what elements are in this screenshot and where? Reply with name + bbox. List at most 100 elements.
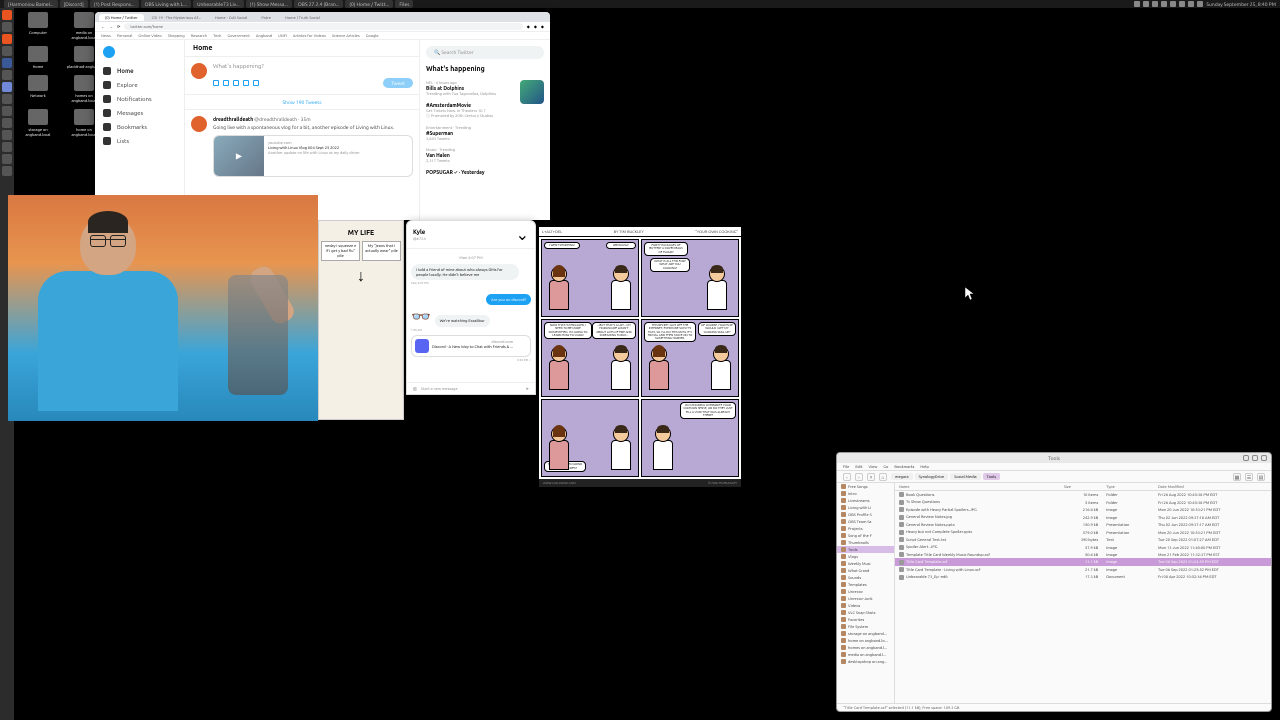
- extension-icon[interactable]: ◆: [541, 24, 544, 29]
- nav-reload-icon[interactable]: ⟳: [117, 24, 120, 29]
- nav-forward-icon[interactable]: →: [109, 24, 113, 29]
- sidebar-place[interactable]: desktopdrop on ang...: [837, 658, 894, 665]
- taskbar-tab[interactable]: (1) Post Respons...: [90, 0, 139, 8]
- nav-home[interactable]: Home: [99, 64, 180, 78]
- sidebar-place[interactable]: home on angband.lo...: [837, 637, 894, 644]
- column-header[interactable]: Size: [1060, 483, 1102, 491]
- dock-icon[interactable]: [2, 46, 12, 56]
- path-segment[interactable]: Tools: [983, 473, 1001, 480]
- sidebar-place[interactable]: Videos: [837, 602, 894, 609]
- extension-icon[interactable]: ◆: [534, 24, 537, 29]
- bookmark-item[interactable]: Google: [366, 33, 379, 38]
- menu-edit[interactable]: Edit: [855, 464, 862, 469]
- menu-help[interactable]: Help: [920, 464, 928, 469]
- schedule-icon[interactable]: [253, 80, 259, 86]
- dock-icon[interactable]: [2, 70, 12, 80]
- bookmark-item[interactable]: Online Video: [138, 33, 161, 38]
- file-list[interactable]: NameSizeTypeDate Modified Book Questions…: [895, 483, 1271, 703]
- browser-tab[interactable]: Patre: [255, 14, 277, 21]
- gif-icon[interactable]: [223, 80, 229, 86]
- column-header[interactable]: Name: [895, 483, 1060, 491]
- dm-messages[interactable]: Mon 4:07 PM I told a friend of mine abou…: [407, 249, 535, 382]
- bookmark-item[interactable]: Articles for Videos: [293, 33, 326, 38]
- sidebar-place[interactable]: Weekly Musi: [837, 560, 894, 567]
- taskbar-tab[interactable]: [Harmoniou Bamel...: [4, 0, 58, 8]
- bookmark-item[interactable]: Research: [191, 33, 207, 38]
- browser-tab[interactable]: Home - Cult Social: [209, 14, 253, 21]
- nav-notifications[interactable]: Notifications: [99, 92, 180, 106]
- browser-tab[interactable]: (0) Home / Twitter: [99, 14, 144, 21]
- taskbar-tab[interactable]: Unbearable73 Liv...: [193, 0, 244, 8]
- menu-bookmarks[interactable]: Bookmarks: [894, 464, 914, 469]
- address-bar[interactable]: twitter.com/home: [124, 23, 522, 30]
- emoji-icon[interactable]: [243, 80, 249, 86]
- system-tray[interactable]: Sunday September 25, 8:40 PM: [1134, 1, 1276, 7]
- file-row[interactable]: Title Card Template - Living with Linux.…: [895, 566, 1271, 573]
- collapse-icon[interactable]: ⌄: [516, 225, 529, 244]
- taskbar-tab[interactable]: (1) Show Messa...: [246, 0, 292, 8]
- taskbar-tab[interactable]: OBS 27.2.4 (Bran...: [294, 0, 343, 8]
- compose-input[interactable]: What's happening?: [213, 63, 413, 70]
- dock-icon[interactable]: [2, 22, 12, 32]
- dm-header[interactable]: Kyle @e724 ⌄: [407, 221, 535, 249]
- dm-link-card[interactable]: discord.comDiscord - A New Way to Chat w…: [411, 335, 531, 357]
- bookmark-item[interactable]: Angband: [256, 33, 272, 38]
- dock-icon[interactable]: [2, 94, 12, 104]
- sidebar-place[interactable]: What Grand: [837, 567, 894, 574]
- sidebar-place[interactable]: media on angband.l...: [837, 651, 894, 658]
- menu-file[interactable]: File: [843, 464, 849, 469]
- file-row[interactable]: Spoiler Alert .JPG57.9 kBImageMon 13 Jun…: [895, 543, 1271, 550]
- sidebar-place[interactable]: Song of the F: [837, 532, 894, 539]
- view-icons-button[interactable]: ▦: [1233, 473, 1241, 481]
- nav-forward-button[interactable]: ›: [855, 473, 863, 481]
- tray-icon[interactable]: [1197, 1, 1203, 7]
- menu-go[interactable]: Go: [883, 464, 888, 469]
- send-icon[interactable]: ➤: [526, 386, 529, 391]
- file-row[interactable]: Tv Show Questions5 itemsFolderFri 26 Aug…: [895, 498, 1271, 505]
- view-compact-button[interactable]: ▤: [1257, 473, 1265, 481]
- sidebar-place[interactable]: Living with Li: [837, 504, 894, 511]
- media-icon[interactable]: ▧: [413, 386, 417, 391]
- taskbar-tab[interactable]: Files: [395, 0, 413, 8]
- bookmark-item[interactable]: Personal: [117, 33, 133, 38]
- file-row[interactable]: Episode with Heavy Partial Spoilers.JPG2…: [895, 506, 1271, 513]
- trend-item[interactable]: NFL · 4 hours agoBills at DolphinsTrendi…: [426, 77, 544, 99]
- dock-icon[interactable]: [2, 130, 12, 140]
- nav-explore[interactable]: Explore: [99, 78, 180, 92]
- taskbar-tab[interactable]: [Discord]: [60, 0, 88, 8]
- tray-icon[interactable]: [1161, 1, 1167, 7]
- browser-tab[interactable]: Home | Truth Social: [279, 14, 326, 21]
- file-row[interactable]: Book Questions10 itemsFolderFri 26 Aug 2…: [895, 491, 1271, 499]
- trend-item[interactable]: Music · TrendingVan Halen2,317 Tweets: [426, 144, 544, 166]
- sidebar-place[interactable]: Thumbnails: [837, 539, 894, 546]
- tray-icon[interactable]: [1179, 1, 1185, 7]
- sidebar-place[interactable]: Templates: [837, 581, 894, 588]
- desktop-icon[interactable]: storage on angband.local: [18, 109, 58, 137]
- nav-back-icon[interactable]: ←: [101, 24, 105, 29]
- menu-view[interactable]: View: [868, 464, 877, 469]
- sidebar-place[interactable]: Intro: [837, 490, 894, 497]
- view-list-button[interactable]: ☰: [1245, 473, 1253, 481]
- dock-icon[interactable]: [2, 58, 12, 68]
- column-header[interactable]: Date Modified: [1154, 483, 1271, 491]
- sidebar-place[interactable]: Sounds: [837, 574, 894, 581]
- nav-messages[interactable]: Messages: [99, 106, 180, 120]
- close-button[interactable]: [1261, 455, 1267, 461]
- bookmark-item[interactable]: Government: [227, 33, 249, 38]
- bookmark-item[interactable]: Shopping: [168, 33, 185, 38]
- tray-icon[interactable]: [1152, 1, 1158, 7]
- path-segment[interactable]: megara: [891, 473, 913, 480]
- dock-icon[interactable]: [2, 118, 12, 128]
- trend-item[interactable]: POPSUGAR ✓ · Yesterday: [426, 166, 544, 178]
- twitter-logo-icon[interactable]: [103, 46, 115, 58]
- sidebar-place[interactable]: VLC Snap Shots: [837, 609, 894, 616]
- media-icon[interactable]: [213, 80, 219, 86]
- dock-discord-icon[interactable]: [2, 82, 12, 92]
- sidebar-place[interactable]: File System: [837, 623, 894, 630]
- minimize-button[interactable]: [1243, 455, 1249, 461]
- file-row[interactable]: Heavy but not Complete Spoiler.pptx579.0…: [895, 528, 1271, 535]
- file-row[interactable]: General Review Notes.pptx150.9 kBPresent…: [895, 521, 1271, 528]
- file-row[interactable]: Template Title Card Weekly Music Roundup…: [895, 551, 1271, 558]
- file-row[interactable]: Unbearable 73_Ep -edit17.3 kBDocumentFri…: [895, 573, 1271, 580]
- user-avatar[interactable]: [191, 63, 207, 79]
